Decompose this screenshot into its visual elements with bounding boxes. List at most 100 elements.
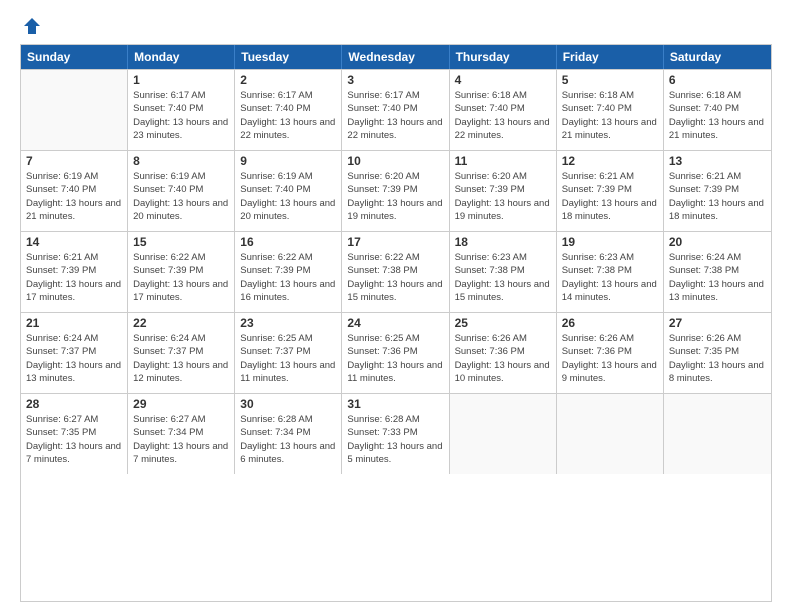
day-info: Sunrise: 6:24 AMSunset: 7:37 PMDaylight:… — [133, 332, 229, 385]
day-number: 29 — [133, 397, 229, 411]
day-number: 21 — [26, 316, 122, 330]
day-number: 20 — [669, 235, 766, 249]
calendar-cell: 12Sunrise: 6:21 AMSunset: 7:39 PMDayligh… — [557, 151, 664, 231]
calendar-header-cell: Wednesday — [342, 45, 449, 69]
day-number: 22 — [133, 316, 229, 330]
day-info: Sunrise: 6:26 AMSunset: 7:35 PMDaylight:… — [669, 332, 766, 385]
day-number: 19 — [562, 235, 658, 249]
calendar-cell: 3 Sunrise: 6:17 AMSunset: 7:40 PMDaylight… — [342, 70, 449, 150]
day-info: Sunrise: 6:22 AMSunset: 7:39 PMDaylight:… — [240, 251, 336, 304]
calendar: SundayMondayTuesdayWednesdayThursdayFrid… — [20, 44, 772, 602]
calendar-cell — [557, 394, 664, 474]
calendar-cell: 6 Sunrise: 6:18 AMSunset: 7:40 PMDaylight… — [664, 70, 771, 150]
calendar-cell: 2 Sunrise: 6:17 AMSunset: 7:40 PMDaylight… — [235, 70, 342, 150]
day-info: Sunrise: 6:19 AMSunset: 7:40 PMDaylight:… — [240, 170, 336, 223]
calendar-header-cell: Thursday — [450, 45, 557, 69]
day-info: Sunrise: 6:18 AMSunset: 7:40 PMDaylight:… — [669, 89, 766, 142]
day-number: 16 — [240, 235, 336, 249]
day-number: 18 — [455, 235, 551, 249]
day-info: Sunrise: 6:25 AMSunset: 7:37 PMDaylight:… — [240, 332, 336, 385]
calendar-cell — [664, 394, 771, 474]
day-info: Sunrise: 6:18 AMSunset: 7:40 PMDaylight:… — [562, 89, 658, 142]
calendar-row: 28 Sunrise: 6:27 AMSunset: 7:35 PMDayligh… — [21, 393, 771, 474]
day-number: 31 — [347, 397, 443, 411]
calendar-cell: 18 Sunrise: 6:23 AMSunset: 7:38 PMDayligh… — [450, 232, 557, 312]
day-info: Sunrise: 6:22 AMSunset: 7:39 PMDaylight:… — [133, 251, 229, 304]
day-number: 6 — [669, 73, 766, 87]
calendar-cell: 23 Sunrise: 6:25 AMSunset: 7:37 PMDayligh… — [235, 313, 342, 393]
logo — [20, 16, 42, 36]
calendar-cell: 22 Sunrise: 6:24 AMSunset: 7:37 PMDayligh… — [128, 313, 235, 393]
calendar-header-cell: Saturday — [664, 45, 771, 69]
calendar-cell: 30 Sunrise: 6:28 AMSunset: 7:34 PMDayligh… — [235, 394, 342, 474]
day-info: Sunrise: 6:21 AMSunset: 7:39 PMDaylight:… — [562, 170, 658, 223]
calendar-body: 1 Sunrise: 6:17 AMSunset: 7:40 PMDaylight… — [21, 69, 771, 474]
day-number: 8 — [133, 154, 229, 168]
calendar-cell: 13 Sunrise: 6:21 AMSunset: 7:39 PMDayligh… — [664, 151, 771, 231]
day-info: Sunrise: 6:17 AMSunset: 7:40 PMDaylight:… — [133, 89, 229, 142]
day-info: Sunrise: 6:17 AMSunset: 7:40 PMDaylight:… — [240, 89, 336, 142]
day-info: Sunrise: 6:26 AMSunset: 7:36 PMDaylight:… — [562, 332, 658, 385]
day-number: 1 — [133, 73, 229, 87]
day-info: Sunrise: 6:27 AMSunset: 7:35 PMDaylight:… — [26, 413, 122, 466]
day-info: Sunrise: 6:24 AMSunset: 7:37 PMDaylight:… — [26, 332, 122, 385]
day-info: Sunrise: 6:24 AMSunset: 7:38 PMDaylight:… — [669, 251, 766, 304]
day-number: 5 — [562, 73, 658, 87]
calendar-cell: 10Sunrise: 6:20 AMSunset: 7:39 PMDayligh… — [342, 151, 449, 231]
calendar-header: SundayMondayTuesdayWednesdayThursdayFrid… — [21, 45, 771, 69]
calendar-header-cell: Friday — [557, 45, 664, 69]
calendar-cell: 8 Sunrise: 6:19 AMSunset: 7:40 PMDaylight… — [128, 151, 235, 231]
calendar-header-cell: Tuesday — [235, 45, 342, 69]
page: SundayMondayTuesdayWednesdayThursdayFrid… — [0, 0, 792, 612]
day-info: Sunrise: 6:23 AMSunset: 7:38 PMDaylight:… — [455, 251, 551, 304]
day-number: 14 — [26, 235, 122, 249]
day-info: Sunrise: 6:20 AMSunset: 7:39 PMDaylight:… — [455, 170, 551, 223]
calendar-cell: 26Sunrise: 6:26 AMSunset: 7:36 PMDayligh… — [557, 313, 664, 393]
calendar-cell: 14 Sunrise: 6:21 AMSunset: 7:39 PMDayligh… — [21, 232, 128, 312]
day-number: 3 — [347, 73, 443, 87]
calendar-cell: 31 Sunrise: 6:28 AMSunset: 7:33 PMDayligh… — [342, 394, 449, 474]
calendar-cell: 25 Sunrise: 6:26 AMSunset: 7:36 PMDayligh… — [450, 313, 557, 393]
calendar-cell: 1 Sunrise: 6:17 AMSunset: 7:40 PMDaylight… — [128, 70, 235, 150]
calendar-cell — [21, 70, 128, 150]
calendar-header-cell: Monday — [128, 45, 235, 69]
day-number: 2 — [240, 73, 336, 87]
calendar-row: 7 Sunrise: 6:19 AMSunset: 7:40 PMDaylight… — [21, 150, 771, 231]
day-info: Sunrise: 6:19 AMSunset: 7:40 PMDaylight:… — [26, 170, 122, 223]
day-info: Sunrise: 6:21 AMSunset: 7:39 PMDaylight:… — [26, 251, 122, 304]
day-info: Sunrise: 6:22 AMSunset: 7:38 PMDaylight:… — [347, 251, 443, 304]
day-number: 30 — [240, 397, 336, 411]
calendar-cell: 19 Sunrise: 6:23 AMSunset: 7:38 PMDayligh… — [557, 232, 664, 312]
day-number: 11 — [455, 154, 551, 168]
calendar-row: 21 Sunrise: 6:24 AMSunset: 7:37 PMDayligh… — [21, 312, 771, 393]
calendar-cell: 29 Sunrise: 6:27 AMSunset: 7:34 PMDayligh… — [128, 394, 235, 474]
calendar-cell: 28 Sunrise: 6:27 AMSunset: 7:35 PMDayligh… — [21, 394, 128, 474]
calendar-cell: 15Sunrise: 6:22 AMSunset: 7:39 PMDayligh… — [128, 232, 235, 312]
calendar-cell: 16 Sunrise: 6:22 AMSunset: 7:39 PMDayligh… — [235, 232, 342, 312]
calendar-header-cell: Sunday — [21, 45, 128, 69]
header — [20, 16, 772, 36]
day-number: 7 — [26, 154, 122, 168]
day-info: Sunrise: 6:19 AMSunset: 7:40 PMDaylight:… — [133, 170, 229, 223]
calendar-cell: 20 Sunrise: 6:24 AMSunset: 7:38 PMDayligh… — [664, 232, 771, 312]
logo-icon — [22, 16, 42, 36]
day-info: Sunrise: 6:23 AMSunset: 7:38 PMDaylight:… — [562, 251, 658, 304]
day-info: Sunrise: 6:28 AMSunset: 7:34 PMDaylight:… — [240, 413, 336, 466]
day-number: 27 — [669, 316, 766, 330]
calendar-cell: 27 Sunrise: 6:26 AMSunset: 7:35 PMDayligh… — [664, 313, 771, 393]
calendar-cell: 17Sunrise: 6:22 AMSunset: 7:38 PMDayligh… — [342, 232, 449, 312]
day-number: 13 — [669, 154, 766, 168]
day-number: 23 — [240, 316, 336, 330]
calendar-cell: 5 Sunrise: 6:18 AMSunset: 7:40 PMDaylight… — [557, 70, 664, 150]
day-info: Sunrise: 6:28 AMSunset: 7:33 PMDaylight:… — [347, 413, 443, 466]
day-info: Sunrise: 6:17 AMSunset: 7:40 PMDaylight:… — [347, 89, 443, 142]
day-info: Sunrise: 6:25 AMSunset: 7:36 PMDaylight:… — [347, 332, 443, 385]
calendar-cell: 9Sunrise: 6:19 AMSunset: 7:40 PMDaylight… — [235, 151, 342, 231]
calendar-cell — [450, 394, 557, 474]
day-number: 28 — [26, 397, 122, 411]
day-info: Sunrise: 6:21 AMSunset: 7:39 PMDaylight:… — [669, 170, 766, 223]
day-info: Sunrise: 6:26 AMSunset: 7:36 PMDaylight:… — [455, 332, 551, 385]
calendar-cell: 4Sunrise: 6:18 AMSunset: 7:40 PMDaylight… — [450, 70, 557, 150]
day-number: 25 — [455, 316, 551, 330]
day-info: Sunrise: 6:27 AMSunset: 7:34 PMDaylight:… — [133, 413, 229, 466]
